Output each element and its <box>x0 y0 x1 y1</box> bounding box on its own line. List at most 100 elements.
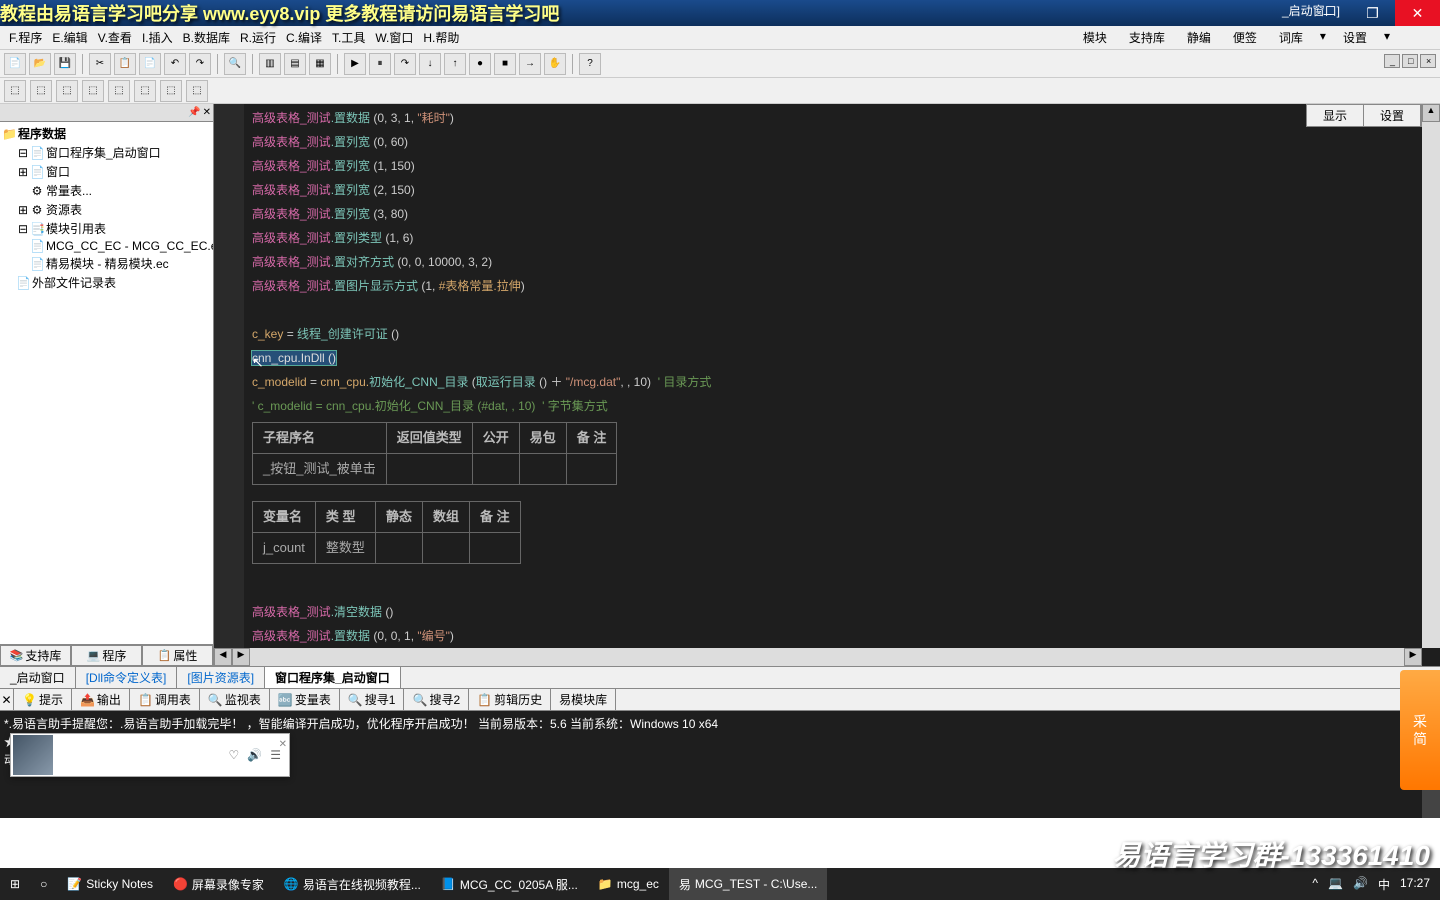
bptab-tip[interactable]: 💡提示 <box>14 689 72 710</box>
copy-icon[interactable]: 📋 <box>114 53 136 75</box>
align8-icon[interactable]: ⬚ <box>186 80 208 102</box>
pause-icon[interactable]: ⏸ <box>369 53 391 75</box>
music-player[interactable]: GraceJannik ♡ 🔊 ☰ ✕ <box>10 733 290 777</box>
task-folder[interactable]: 📁mcg_ec <box>588 868 669 900</box>
bptab-output[interactable]: 📤输出 <box>72 689 130 710</box>
stepout-icon[interactable]: ↑ <box>444 53 466 75</box>
bp-close-icon[interactable]: ✕ <box>0 689 14 710</box>
cortana-icon[interactable]: ○ <box>30 868 57 900</box>
tab-dll[interactable]: [Dll命令定义表] <box>76 667 178 688</box>
tray-vol-icon[interactable]: 🔊 <box>1353 876 1368 893</box>
save-icon[interactable]: 💾 <box>54 53 76 75</box>
paste-icon[interactable]: 📄 <box>139 53 161 75</box>
open-icon[interactable]: 📂 <box>29 53 51 75</box>
menu-insert[interactable]: I.插入 <box>137 29 178 46</box>
rmenu-lib[interactable]: 支持库 <box>1124 29 1170 46</box>
redo-icon[interactable]: ↷ <box>189 53 211 75</box>
maximize-button[interactable]: ❐ <box>1350 0 1395 26</box>
align1-icon[interactable]: ⬚ <box>4 80 26 102</box>
stop-icon[interactable]: ■ <box>494 53 516 75</box>
tree-item[interactable]: 常量表... <box>44 184 94 198</box>
code-editor[interactable]: 显示 设置 高级表格_测试.置数据 (0, 3, 1, "耗时") 高级表格_测… <box>214 104 1440 666</box>
hand-icon[interactable]: ✋ <box>544 53 566 75</box>
layout3-icon[interactable]: ▦ <box>309 53 331 75</box>
variable-table[interactable]: 变量名类 型静态数组备 注 j_count整数型 <box>252 501 521 564</box>
settings-button[interactable]: 设置 <box>1364 105 1421 126</box>
cut-icon[interactable]: ✂ <box>89 53 111 75</box>
menu-edit[interactable]: E.编辑 <box>47 29 92 46</box>
menu-database[interactable]: B.数据库 <box>178 29 235 46</box>
heart-icon[interactable]: ♡ <box>229 746 240 764</box>
mdi-min[interactable]: _ <box>1384 54 1400 68</box>
sidetab-props[interactable]: 📋属性 <box>142 645 213 666</box>
right-side-tab[interactable]: 采 简 <box>1400 670 1440 790</box>
bptab-search2[interactable]: 🔍搜寻2 <box>404 689 469 710</box>
player-close-icon[interactable]: ✕ <box>279 736 287 754</box>
sidetab-program[interactable]: 💻程序 <box>71 645 142 666</box>
rmenu-note[interactable]: 便签 <box>1228 29 1262 46</box>
stepover-icon[interactable]: ↷ <box>394 53 416 75</box>
minimize-button[interactable]: – <box>1305 0 1350 26</box>
menu-run[interactable]: R.运行 <box>235 29 281 46</box>
start-button[interactable]: ⊞ <box>0 868 30 900</box>
find-icon[interactable]: 🔍 <box>224 53 246 75</box>
align2-icon[interactable]: ⬚ <box>30 80 52 102</box>
tab-winset[interactable]: 窗口程序集_启动窗口 <box>265 667 401 688</box>
tree-item[interactable]: 模块引用表 <box>44 222 108 236</box>
bptab-watch[interactable]: 🔍监视表 <box>200 689 270 710</box>
volume-icon[interactable]: 🔊 <box>247 746 262 764</box>
tray-ime[interactable]: 中 <box>1378 876 1390 893</box>
hscrollbar[interactable]: ◀▶▶ <box>214 648 1422 666</box>
goto-icon[interactable]: → <box>519 53 541 75</box>
mdi-max[interactable]: □ <box>1402 54 1418 68</box>
subroutine-table[interactable]: 子程序名返回值类型公开易包备 注 _按钮_测试_被单击 <box>252 422 617 485</box>
undo-icon[interactable]: ↶ <box>164 53 186 75</box>
rmenu-settings[interactable]: 设置 <box>1338 29 1372 46</box>
bptab-modlib[interactable]: 易模块库 <box>551 689 616 710</box>
vscrollbar[interactable]: ▲ <box>1422 104 1440 648</box>
menu-compile[interactable]: C.编译 <box>281 29 327 46</box>
menu-help[interactable]: H.帮助 <box>418 29 464 46</box>
bptab-clip[interactable]: 📋剪辑历史 <box>469 689 551 710</box>
align3-icon[interactable]: ⬚ <box>56 80 78 102</box>
task-browser[interactable]: 🌐易语言在线视频教程... <box>274 868 431 900</box>
console-output[interactable]: *.易语言助手提醒您：.易语言助手加载完毕！ ，智能编译开启成功，优化程序开启成… <box>0 711 1440 818</box>
breakpoint-icon[interactable]: ● <box>469 53 491 75</box>
tree-root[interactable]: 程序数据 <box>16 127 68 141</box>
show-button[interactable]: 显示 <box>1307 105 1364 126</box>
project-tree[interactable]: 📁程序数据 ⊟📄窗口程序集_启动窗口 ⊞📄窗口 ⚙常量表... ⊞⚙资源表 ⊟📑… <box>0 122 213 644</box>
layout2-icon[interactable]: ▤ <box>284 53 306 75</box>
tree-item[interactable]: 精易模块 - 精易模块.ec <box>44 257 171 271</box>
tab-image[interactable]: [图片资源表] <box>177 667 265 688</box>
tree-item[interactable]: 外部文件记录表 <box>30 276 118 290</box>
tree-item[interactable]: 窗口 <box>44 165 72 179</box>
tree-item[interactable]: 窗口程序集_启动窗口 <box>44 146 163 160</box>
rmenu-module[interactable]: 模块 <box>1078 29 1112 46</box>
task-ide[interactable]: 易MCG_TEST - C:\Use... <box>669 868 827 900</box>
align7-icon[interactable]: ⬚ <box>160 80 182 102</box>
menu-tools[interactable]: T.工具 <box>327 29 370 46</box>
rmenu-dict[interactable]: 词库 <box>1274 29 1308 46</box>
close-button[interactable]: ✕ <box>1395 0 1440 26</box>
mdi-close[interactable]: × <box>1420 54 1436 68</box>
menu-window[interactable]: W.窗口 <box>370 29 418 46</box>
sidebar-pin-icon[interactable]: 📌 <box>188 107 200 118</box>
bptab-search1[interactable]: 🔍搜寻1 <box>340 689 405 710</box>
task-mcg[interactable]: 📘MCG_CC_0205A 服... <box>431 868 588 900</box>
sidebar-close-icon[interactable]: ✕ <box>203 107 211 118</box>
tray-up-icon[interactable]: ^ <box>1312 876 1318 893</box>
tree-item[interactable]: MCG_CC_EC - MCG_CC_EC.ec <box>44 239 213 253</box>
tree-item[interactable]: 资源表 <box>44 203 84 217</box>
tray-net-icon[interactable]: 💻 <box>1328 876 1343 893</box>
bptab-call[interactable]: 📋调用表 <box>130 689 200 710</box>
rmenu-static[interactable]: 静编 <box>1182 29 1216 46</box>
tab-window[interactable]: _启动窗口 <box>0 667 76 688</box>
task-sticky[interactable]: 📝Sticky Notes <box>57 868 163 900</box>
tray-time[interactable]: 17:27 <box>1400 876 1430 893</box>
align4-icon[interactable]: ⬚ <box>82 80 104 102</box>
menu-file[interactable]: F.程序 <box>4 29 47 46</box>
run-icon[interactable]: ▶ <box>344 53 366 75</box>
bptab-var[interactable]: 🔤变量表 <box>270 689 340 710</box>
menu-view[interactable]: V.查看 <box>93 29 137 46</box>
sidetab-lib[interactable]: 📚支持库 <box>0 645 71 666</box>
